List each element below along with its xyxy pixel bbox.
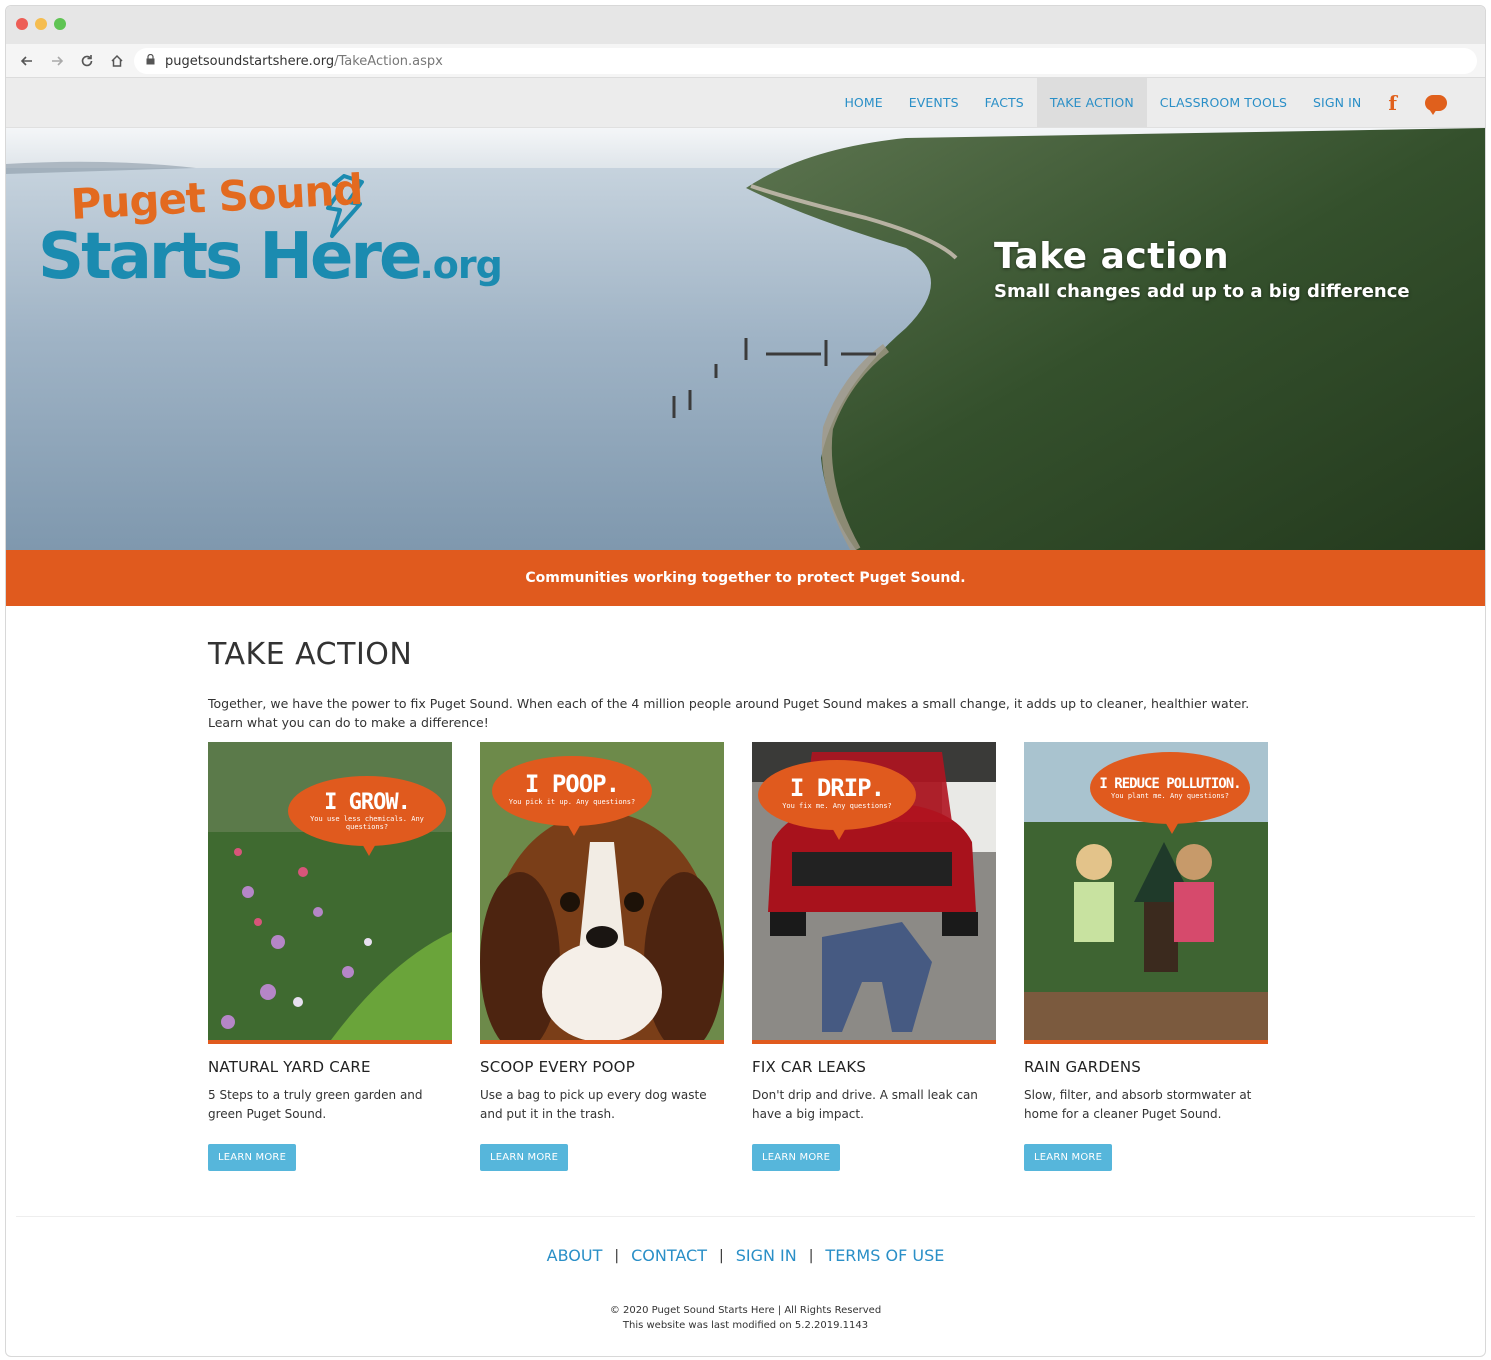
footer-divider	[16, 1216, 1475, 1217]
speech-bubble: I REDUCE POLLUTION. You plant me. Any qu…	[1090, 752, 1250, 834]
card-natural-yard-care: I GROW. You use less chemicals. Any ques…	[208, 742, 452, 1171]
intro-paragraph: Together, we have the power to fix Puget…	[208, 696, 1250, 730]
copyright-notice: © 2020 Puget Sound Starts Here | All Rig…	[6, 1303, 1485, 1333]
bubble-headline: I GROW.	[324, 790, 411, 815]
main-content: TAKE ACTION Together, we have the power …	[208, 637, 1272, 1171]
bubble-subtext: You fix me. Any questions?	[782, 802, 892, 810]
nav-classroom-tools[interactable]: CLASSROOM TOOLS	[1147, 78, 1300, 127]
card-title: FIX CAR LEAKS	[752, 1058, 867, 1076]
address-bar[interactable]: pugetsoundstartshere.org/TakeAction.aspx	[134, 48, 1477, 74]
speech-bubble: I GROW. You use less chemicals. Any ques…	[288, 776, 446, 856]
site-logo[interactable]: Puget Sound Starts Here.org	[38, 165, 503, 289]
home-icon[interactable]	[106, 50, 128, 72]
site-navigation: HOME EVENTS FACTS TAKE ACTION CLASSROOM …	[6, 78, 1485, 128]
speech-bubble: I POOP. You pick it up. Any questions?	[492, 756, 652, 836]
forward-arrow-icon[interactable]	[46, 50, 68, 72]
card-title: RAIN GARDENS	[1024, 1058, 1141, 1076]
reload-icon[interactable]	[76, 50, 98, 72]
last-modified-text: This website was last modified on 5.2.20…	[622, 1320, 869, 1331]
browser-toolbar: pugetsoundstartshere.org/TakeAction.aspx	[6, 44, 1485, 78]
nav-events[interactable]: EVENTS	[896, 78, 972, 127]
garden-image[interactable]: I GROW. You use less chemicals. Any ques…	[208, 742, 452, 1044]
tagline-banner: Communities working together to protect …	[6, 550, 1485, 606]
hero-text: Take action Small changes add up to a bi…	[994, 236, 1410, 302]
card-description: Use a bag to pick up every dog waste and…	[480, 1088, 707, 1121]
car-image[interactable]: I DRIP. You fix me. Any questions?	[752, 742, 996, 1044]
hero-title: Take action	[994, 236, 1230, 277]
footer-link-about[interactable]: ABOUT	[547, 1246, 603, 1265]
card-description: 5 Steps to a truly green garden and gree…	[208, 1088, 423, 1121]
card-scoop-every-poop: I POOP. You pick it up. Any questions? S…	[480, 742, 724, 1171]
hero-banner: Puget Sound Starts Here.org Take action …	[6, 128, 1485, 550]
chat-icon[interactable]	[1411, 78, 1461, 127]
close-window-icon[interactable]	[16, 18, 28, 30]
bubble-headline: I REDUCE POLLUTION.	[1099, 776, 1241, 792]
hero-subtitle: Small changes add up to a big difference	[994, 281, 1410, 302]
nav-home[interactable]: HOME	[831, 78, 895, 127]
footer-separator: |	[614, 1247, 620, 1264]
learn-more-button[interactable]: LEARN MORE	[1024, 1144, 1113, 1171]
footer-link-terms[interactable]: TERMS OF USE	[825, 1246, 944, 1265]
footer-separator: |	[718, 1247, 724, 1264]
logo-text-org: .org	[419, 243, 502, 287]
bubble-headline: I POOP.	[524, 770, 620, 798]
facebook-icon[interactable]: f	[1374, 78, 1411, 127]
learn-more-button[interactable]: LEARN MORE	[752, 1144, 841, 1171]
footer-link-sign-in[interactable]: SIGN IN	[736, 1246, 797, 1265]
learn-more-button[interactable]: LEARN MORE	[208, 1144, 297, 1171]
nav-take-action[interactable]: TAKE ACTION	[1036, 78, 1147, 127]
tagline-text: Communities working together to protect …	[525, 570, 966, 586]
kids-planting-image[interactable]: I REDUCE POLLUTION. You plant me. Any qu…	[1024, 742, 1268, 1044]
card-title: SCOOP EVERY POOP	[480, 1058, 635, 1076]
dog-image[interactable]: I POOP. You pick it up. Any questions?	[480, 742, 724, 1044]
speech-bubble: I DRIP. You fix me. Any questions?	[758, 760, 916, 840]
bubble-subtext: You pick it up. Any questions?	[508, 798, 636, 806]
footer-separator: |	[808, 1247, 814, 1264]
minimize-window-icon[interactable]	[35, 18, 47, 30]
back-arrow-icon[interactable]	[16, 50, 38, 72]
page-title: TAKE ACTION	[208, 637, 413, 672]
learn-more-button[interactable]: LEARN MORE	[480, 1144, 569, 1171]
nav-facts[interactable]: FACTS	[972, 78, 1037, 127]
footer-links: ABOUT | CONTACT | SIGN IN | TERMS OF USE	[6, 1246, 1485, 1265]
logo-text-starts-here: Starts Here.org	[38, 225, 503, 289]
browser-titlebar	[6, 6, 1485, 44]
copyright-text: © 2020 Puget Sound Starts Here | All Rig…	[609, 1305, 882, 1316]
bubble-subtext: You use less chemicals. Any questions?	[310, 815, 424, 831]
url-host: pugetsoundstartshere.org	[165, 53, 335, 69]
bubble-subtext: You plant me. Any questions?	[1110, 792, 1229, 800]
action-cards: I GROW. You use less chemicals. Any ques…	[208, 742, 1272, 1171]
url-path: /TakeAction.aspx	[334, 53, 443, 69]
card-rain-gardens: I REDUCE POLLUTION. You plant me. Any qu…	[1024, 742, 1268, 1171]
maximize-window-icon[interactable]	[54, 18, 66, 30]
bubble-headline: I DRIP.	[789, 774, 885, 802]
card-title: NATURAL YARD CARE	[208, 1058, 371, 1076]
footer-link-contact[interactable]: CONTACT	[631, 1246, 707, 1265]
card-description: Don't drip and drive. A small leak can h…	[752, 1088, 978, 1121]
lock-icon	[146, 53, 155, 68]
card-fix-car-leaks: I DRIP. You fix me. Any questions? FIX C…	[752, 742, 996, 1171]
card-description: Slow, filter, and absorb stormwater at h…	[1024, 1088, 1252, 1121]
nav-sign-in[interactable]: SIGN IN	[1300, 78, 1374, 127]
